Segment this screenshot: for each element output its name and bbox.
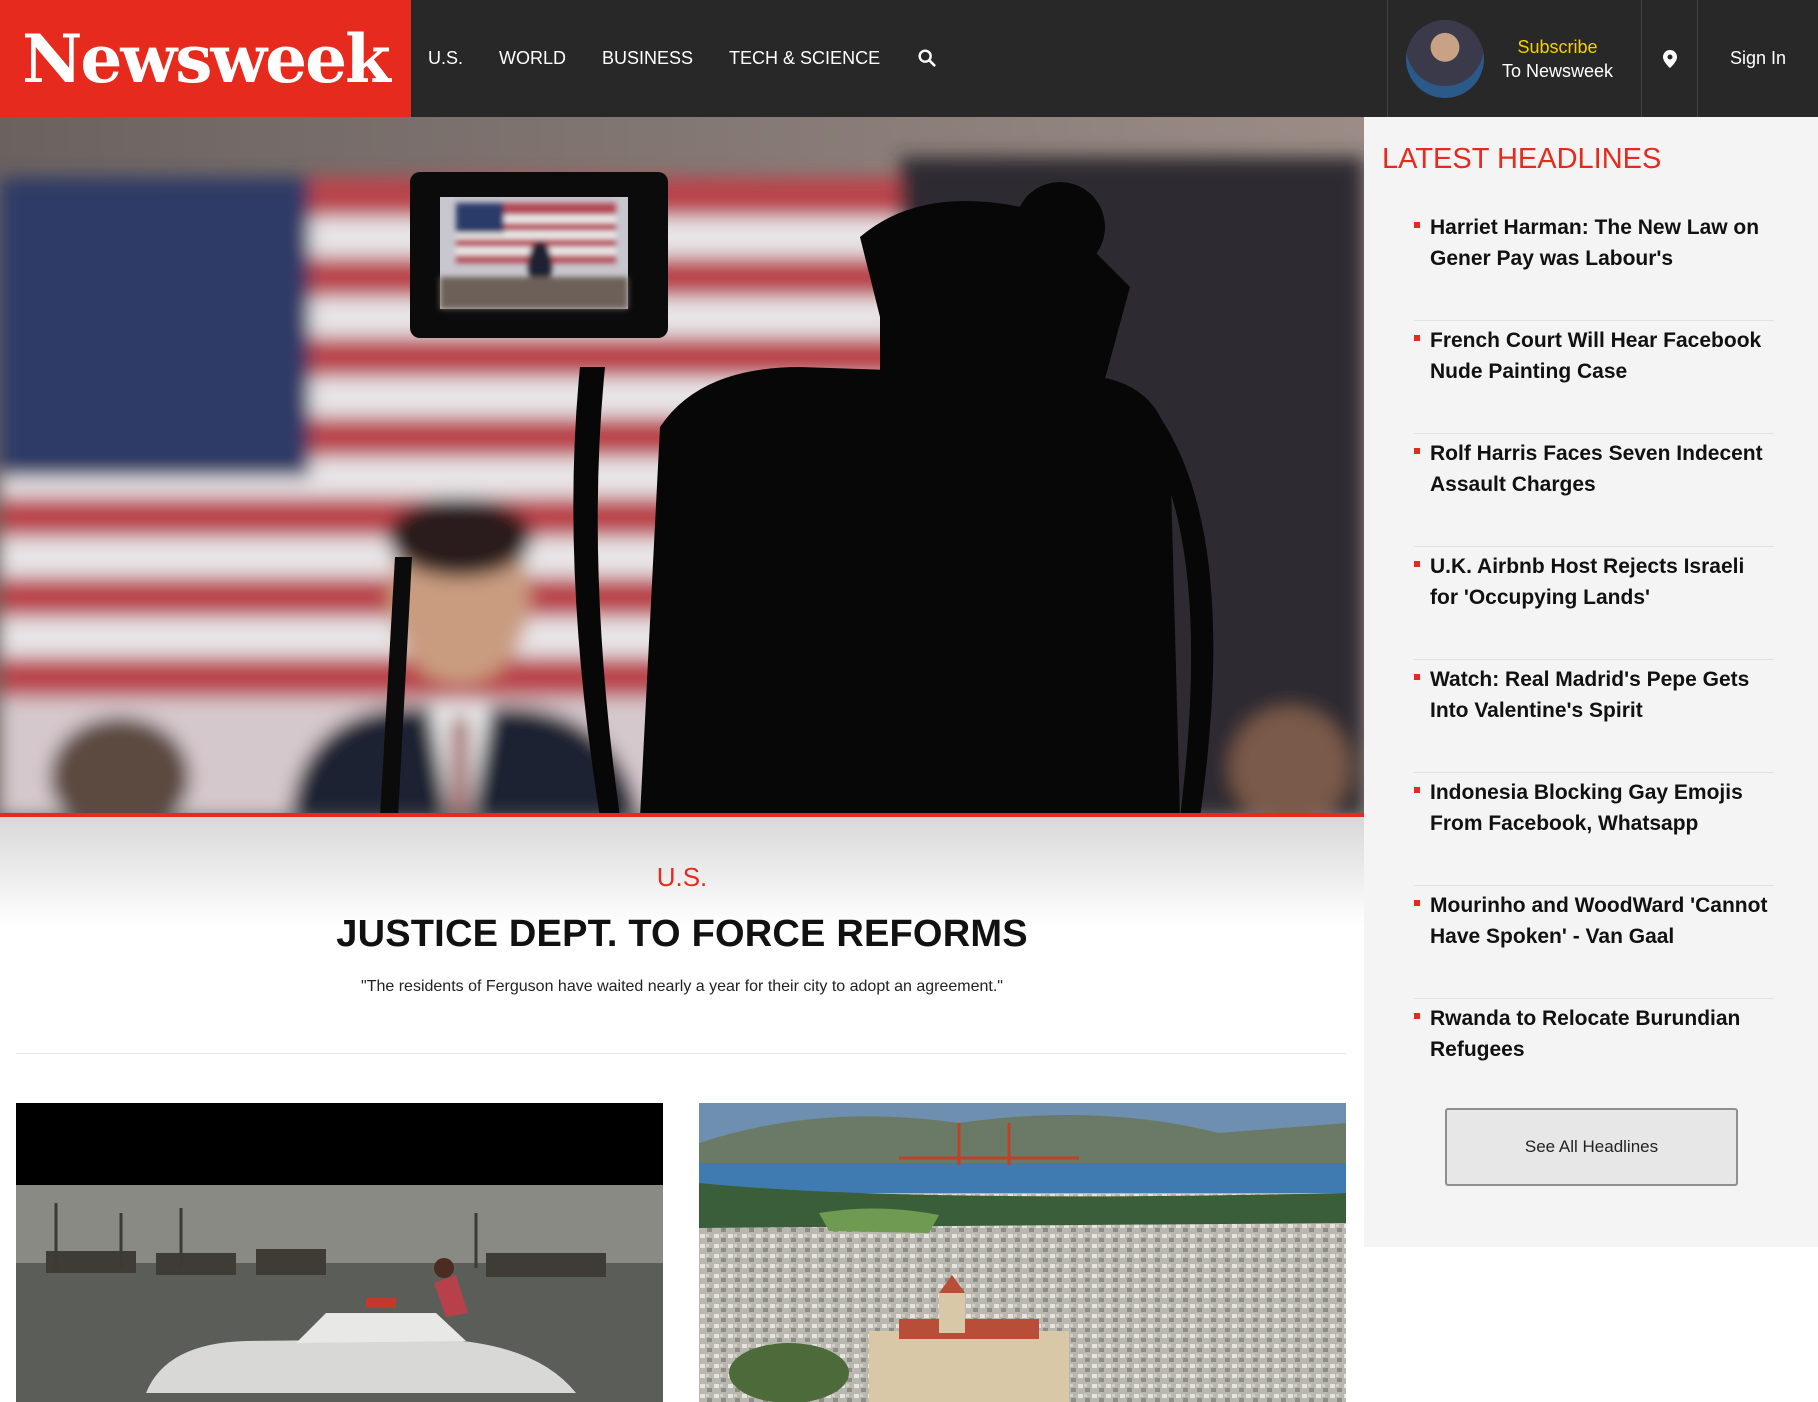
headline-item[interactable]: Rolf Harris Faces Seven Indecent Assault…: [1414, 434, 1774, 547]
story-tile-flood[interactable]: [16, 1103, 663, 1402]
headline-text: Watch: Real Madrid's Pepe Gets Into Vale…: [1430, 668, 1750, 722]
story-tile-san-francisco[interactable]: [699, 1103, 1346, 1402]
search-icon[interactable]: [916, 47, 940, 71]
hero-headline[interactable]: JUSTICE DEPT. TO FORCE REFORMS: [0, 913, 1364, 956]
hero-section-label[interactable]: U.S.: [0, 862, 1364, 893]
map-pin-icon[interactable]: [1642, 0, 1698, 117]
headline-item[interactable]: Watch: Real Madrid's Pepe Gets Into Vale…: [1414, 660, 1774, 773]
sidebar-title: LATEST HEADLINES: [1382, 143, 1662, 175]
subscribe-button[interactable]: Subscribe To Newsweek: [1386, 0, 1642, 117]
headline-text: Rolf Harris Faces Seven Indecent Assault…: [1430, 442, 1763, 496]
latest-headlines-sidebar: LATEST HEADLINES Harriet Harman: The New…: [1364, 117, 1818, 1247]
headline-item[interactable]: Harriet Harman: The New Law on Gener Pay…: [1414, 208, 1774, 321]
headline-item[interactable]: U.K. Airbnb Host Rejects Israeli for 'Oc…: [1414, 547, 1774, 660]
nav-item-us[interactable]: U.S.: [428, 48, 463, 69]
sign-in-link[interactable]: Sign In: [1698, 0, 1818, 117]
subscribe-text: Subscribe To Newsweek: [1502, 35, 1613, 83]
hero-subtitle: "The residents of Ferguson have waited n…: [361, 978, 1003, 995]
headline-item[interactable]: French Court Will Hear Facebook Nude Pai…: [1414, 321, 1774, 434]
headline-text: Rwanda to Relocate Burundian Refugees: [1430, 1007, 1741, 1061]
header-right: Subscribe To Newsweek Sign In: [1386, 0, 1818, 117]
headline-item[interactable]: Rwanda to Relocate Burundian Refugees: [1414, 999, 1774, 1112]
nav-item-tech-science[interactable]: TECH & SCIENCE: [729, 48, 880, 69]
main-nav: U.S. WORLD BUSINESS TECH & SCIENCE: [411, 0, 940, 117]
headline-text: Indonesia Blocking Gay Emojis From Faceb…: [1430, 781, 1743, 835]
section-divider: [16, 1053, 1346, 1054]
headline-text: French Court Will Hear Facebook Nude Pai…: [1430, 329, 1762, 383]
site-header: Newsweek U.S. WORLD BUSINESS TECH & SCIE…: [0, 0, 1818, 117]
subscribe-line2: To Newsweek: [1501, 60, 1613, 81]
headline-item[interactable]: Indonesia Blocking Gay Emojis From Faceb…: [1414, 773, 1774, 886]
newsweek-logo[interactable]: Newsweek: [0, 0, 411, 117]
see-all-headlines-button[interactable]: See All Headlines: [1445, 1108, 1738, 1186]
nav-item-world[interactable]: WORLD: [499, 48, 566, 69]
magazine-cover-avatar: [1405, 19, 1484, 98]
hero-image[interactable]: [0, 117, 1364, 817]
headline-list: Harriet Harman: The New Law on Gener Pay…: [1414, 208, 1774, 1112]
headline-text: Harriet Harman: The New Law on Gener Pay…: [1430, 216, 1760, 270]
subscribe-line1: Subscribe: [1517, 36, 1598, 57]
headline-item[interactable]: Mourinho and WoodWard 'Cannot Have Spoke…: [1414, 886, 1774, 999]
headline-text: U.K. Airbnb Host Rejects Israeli for 'Oc…: [1430, 555, 1745, 609]
hero-caption: U.S. JUSTICE DEPT. TO FORCE REFORMS "The…: [0, 862, 1364, 996]
headline-text: Mourinho and WoodWard 'Cannot Have Spoke…: [1430, 894, 1768, 948]
nav-item-business[interactable]: BUSINESS: [602, 48, 693, 69]
